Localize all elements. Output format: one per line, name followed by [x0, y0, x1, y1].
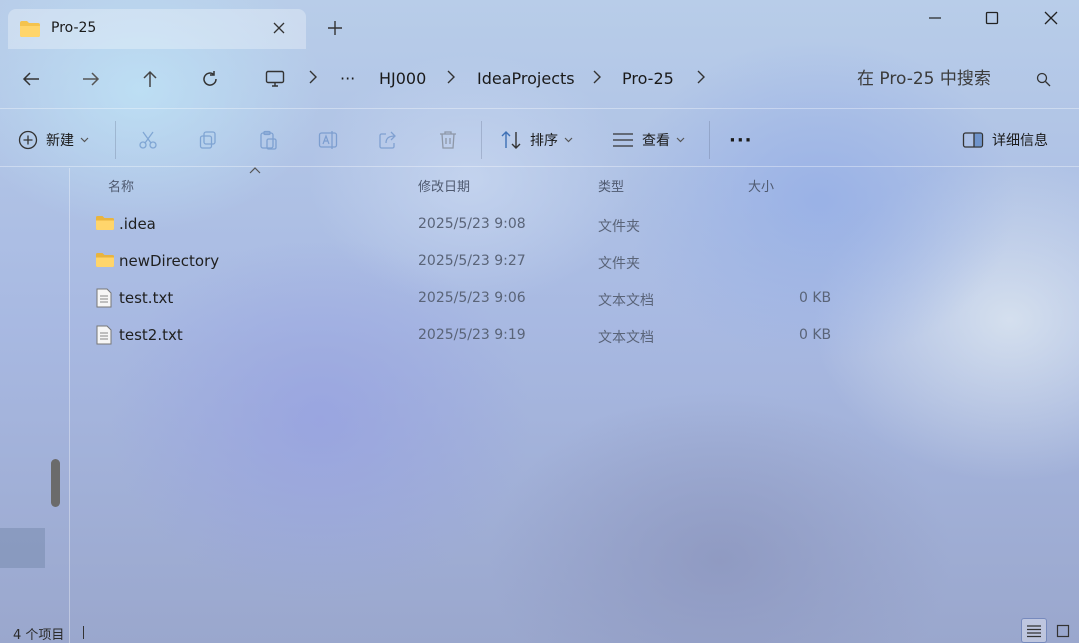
nav-scrollbar[interactable]: [51, 459, 60, 507]
file-size: 0 KB: [799, 290, 832, 306]
file-modified: 2025/5/23 9:06: [418, 290, 526, 306]
breadcrumb-overflow[interactable]: ···: [340, 68, 355, 90]
pane-divider: [69, 168, 70, 643]
view-lines-icon: [612, 131, 634, 149]
column-header-modified[interactable]: 修改日期: [418, 176, 470, 195]
breadcrumb-ideaprojects[interactable]: IdeaProjects: [477, 68, 575, 90]
details-label: 详细信息: [992, 133, 1048, 149]
breadcrumb-hj000[interactable]: HJ000: [379, 68, 426, 90]
chevron-down-icon: [564, 137, 573, 143]
new-button[interactable]: 新建: [18, 127, 89, 153]
details-pane-button[interactable]: 详细信息: [962, 127, 1048, 153]
copy-icon[interactable]: [198, 127, 218, 153]
file-name[interactable]: test2.txt: [119, 326, 183, 344]
add-icon: [18, 130, 38, 150]
breadcrumb-chevron-icon: [309, 70, 317, 84]
file-name[interactable]: newDirectory: [119, 252, 219, 270]
nav-selected-item[interactable]: [0, 528, 45, 568]
status-item-count: 4 个项目: [13, 628, 65, 643]
sort-label: 排序: [530, 133, 558, 149]
maximize-icon[interactable]: [982, 9, 1002, 27]
share-icon[interactable]: [378, 127, 398, 153]
more-options-button[interactable]: ···: [729, 127, 753, 153]
search-input[interactable]: 在 Pro-25 中搜索: [857, 68, 991, 90]
view-button[interactable]: 查看: [612, 127, 685, 153]
search-icon[interactable]: [1036, 72, 1051, 87]
cut-icon[interactable]: [138, 127, 158, 153]
chevron-down-icon: [676, 137, 685, 143]
toolbar-separator: [115, 121, 116, 159]
close-icon[interactable]: [1041, 9, 1061, 27]
paste-icon[interactable]: [258, 127, 278, 153]
back-icon[interactable]: [20, 68, 42, 90]
folder-icon: [19, 20, 41, 38]
breadcrumb-pro-25[interactable]: Pro-25: [622, 68, 674, 90]
details-pane-icon: [962, 131, 984, 149]
column-header-name[interactable]: 名称: [108, 176, 134, 195]
breadcrumb-chevron-icon: [447, 70, 455, 84]
file-type: 文本文档: [598, 330, 654, 346]
file-modified: 2025/5/23 9:19: [418, 327, 526, 343]
new-label: 新建: [46, 133, 74, 149]
tab-title: Pro-25: [51, 20, 97, 36]
file-modified: 2025/5/23 9:08: [418, 216, 526, 232]
minimize-icon[interactable]: [925, 9, 945, 27]
tiles-view-icon[interactable]: [1050, 618, 1076, 643]
address-divider: [0, 108, 1079, 109]
toolbar-divider: [0, 166, 1079, 167]
breadcrumb-chevron-icon: [593, 70, 601, 84]
toolbar-separator: [709, 121, 710, 159]
this-pc-icon[interactable]: [264, 68, 286, 90]
toolbar-separator: [481, 121, 482, 159]
sort-button[interactable]: 排序: [500, 127, 573, 153]
rename-icon[interactable]: [318, 127, 338, 153]
breadcrumb-chevron-icon[interactable]: [697, 70, 705, 84]
file-type: 文本文档: [598, 293, 654, 309]
column-header-size[interactable]: 大小: [748, 176, 774, 195]
sort-icon: [500, 130, 522, 150]
close-tab-icon[interactable]: [272, 21, 286, 35]
tab-pro-25[interactable]: Pro-25: [8, 9, 306, 49]
folder-icon: [95, 215, 115, 231]
chevron-down-icon: [80, 137, 89, 143]
new-tab-icon[interactable]: [327, 20, 343, 36]
up-icon[interactable]: [139, 68, 161, 90]
file-type: 文件夹: [598, 256, 640, 272]
sort-ascending-icon: [249, 166, 261, 174]
refresh-icon[interactable]: [199, 68, 221, 90]
text-file-icon: [96, 325, 112, 345]
text-file-icon: [96, 288, 112, 308]
details-view-icon[interactable]: [1021, 618, 1047, 643]
file-modified: 2025/5/23 9:27: [418, 253, 526, 269]
forward-icon[interactable]: [80, 68, 102, 90]
file-type: 文件夹: [598, 219, 640, 235]
status-separator: [83, 626, 84, 639]
view-label: 查看: [642, 133, 670, 149]
folder-icon: [95, 252, 115, 268]
file-size: 0 KB: [799, 327, 832, 343]
file-name[interactable]: test.txt: [119, 289, 173, 307]
column-header-type[interactable]: 类型: [598, 176, 624, 195]
file-name[interactable]: .idea: [119, 215, 156, 233]
delete-icon[interactable]: [438, 127, 458, 153]
